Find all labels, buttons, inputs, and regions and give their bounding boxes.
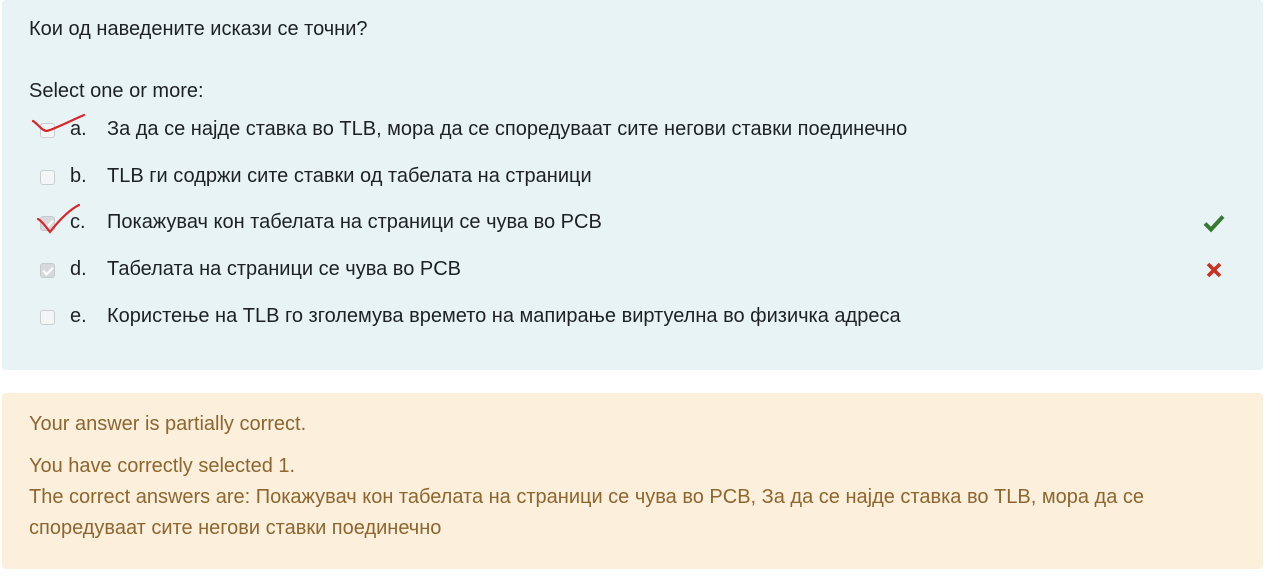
answer-letter: c. [70, 211, 86, 233]
answer-option-c[interactable]: c. Покажувач кон табелата на страници се… [2, 209, 1263, 241]
cross-icon [1206, 262, 1222, 278]
feedback-panel: Your answer is partially correct. You ha… [2, 393, 1263, 569]
answer-text: За да се најде ставка во TLB, мора да се… [107, 118, 908, 140]
check-icon [1203, 215, 1225, 233]
answer-text: Користење на TLB го зголемува времето на… [107, 305, 901, 327]
answer-text: TLB ги содржи сите ставки од табелата на… [107, 165, 592, 187]
question-text: Кои од наведените искази се точни? [29, 18, 368, 40]
answer-option-d[interactable]: d. Табелата на страници се чува во PCB [2, 256, 1263, 288]
feedback-correct-answers-cont: споредуваат сите негови ставки поединечн… [29, 517, 442, 539]
answer-letter: b. [70, 165, 87, 187]
feedback-selected-count: You have correctly selected 1. [29, 455, 296, 477]
question-panel: Кои од наведените искази се точни? Selec… [2, 0, 1263, 370]
answer-letter: a. [70, 118, 87, 140]
answer-letter: d. [70, 258, 87, 280]
feedback-status: Your answer is partially correct. [29, 413, 307, 435]
checkbox-b[interactable] [40, 170, 55, 185]
answer-option-b[interactable]: b. TLB ги содржи сите ставки од табелата… [2, 163, 1263, 195]
answer-text: Табелата на страници се чува во PCB [107, 258, 462, 280]
checkbox-a[interactable] [40, 123, 55, 138]
checkbox-c[interactable] [40, 216, 55, 231]
answer-option-a[interactable]: a. За да се најде ставка во TLB, мора да… [2, 116, 1263, 148]
checkbox-d[interactable] [40, 263, 55, 278]
select-prompt: Select one or more: [29, 80, 204, 102]
checkbox-e[interactable] [40, 310, 55, 325]
answer-text: Покажувач кон табелата на страници се чу… [107, 211, 602, 233]
answer-letter: e. [70, 305, 87, 327]
answer-option-e[interactable]: e. Користење на TLB го зголемува времето… [2, 303, 1263, 335]
feedback-correct-answers: The correct answers are: Покажувач кон т… [29, 486, 1144, 508]
